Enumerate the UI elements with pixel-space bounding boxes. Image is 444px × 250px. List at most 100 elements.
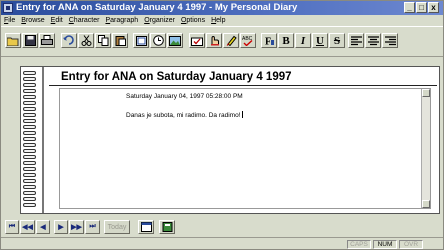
menu-character[interactable]: Character — [69, 17, 100, 24]
checkmark-table-icon — [191, 37, 203, 46]
align-right-button[interactable] — [382, 33, 398, 48]
abc-check-icon: ABC — [242, 36, 253, 46]
picture-icon — [169, 35, 181, 46]
spiral-ring — [23, 155, 36, 159]
copy-pages-icon — [97, 35, 108, 46]
spiral-ring — [23, 197, 36, 201]
menu-file[interactable]: File — [4, 17, 15, 24]
vertical-scrollbar[interactable] — [421, 89, 430, 208]
align-center-icon — [367, 35, 379, 45]
spiral-ring — [23, 71, 36, 75]
forward-many-button[interactable]: ▶▶ — [69, 220, 84, 234]
clipboard-icon — [115, 36, 126, 46]
menu-organizer[interactable]: Organizer — [144, 17, 175, 24]
italic-button[interactable]: I — [295, 33, 311, 48]
spiral-ring — [23, 173, 36, 177]
spiral-ring — [23, 143, 36, 147]
spiral-ring — [23, 191, 36, 195]
hand-button[interactable] — [206, 33, 222, 48]
clock-button[interactable] — [150, 33, 166, 48]
spell-check-button[interactable] — [189, 33, 205, 48]
bold-button[interactable]: B — [278, 33, 294, 48]
window-title: Entry for ANA on Saturday January 4 1997… — [16, 2, 298, 13]
underline-button[interactable]: U — [312, 33, 328, 48]
clock-icon — [152, 35, 164, 46]
close-button[interactable]: x — [428, 2, 439, 13]
spiral-ring — [23, 125, 36, 129]
diary-notebook: Entry for ANA on Saturday January 4 1997… — [20, 66, 440, 214]
scroll-down-button[interactable] — [422, 200, 430, 208]
spiral-ring — [23, 95, 36, 99]
entry-text-area[interactable]: Saturday January 04, 1997 05:28:00 PM Da… — [59, 88, 431, 209]
font-letter-icon: F — [265, 37, 274, 46]
spiral-ring — [23, 101, 36, 105]
align-center-button[interactable] — [365, 33, 381, 48]
maximize-button[interactable]: □ — [416, 2, 427, 13]
spiral-ring — [23, 107, 36, 111]
menu-help[interactable]: Help — [211, 17, 225, 24]
menu-browse[interactable]: Browse — [21, 17, 44, 24]
spiral-ring — [23, 203, 36, 207]
spiral-ring — [23, 161, 36, 165]
toolbar: ABC F B I U S — [1, 26, 443, 57]
undo-button[interactable] — [61, 33, 77, 48]
rectangle-frame-icon — [135, 35, 147, 46]
scroll-up-button[interactable] — [422, 89, 430, 97]
spiral-ring — [23, 77, 36, 81]
today-button[interactable]: Today — [104, 220, 130, 234]
spiral-binding — [23, 71, 37, 211]
previous-entry-button[interactable]: ◀ — [36, 220, 50, 234]
insert-box-button[interactable] — [133, 33, 149, 48]
printer-icon — [41, 35, 53, 45]
spiral-ring — [23, 185, 36, 189]
spelling-abc-button[interactable]: ABC — [240, 33, 256, 48]
first-entry-button[interactable]: ⏮ — [5, 220, 19, 234]
navigation-bar: ⏮ ◀◀ ◀ ▶ ▶▶ ⏭ Today — [1, 217, 443, 238]
window-controls: _ □ x — [404, 2, 439, 13]
back-many-button[interactable]: ◀◀ — [20, 220, 35, 234]
last-entry-button[interactable]: ⏭ — [85, 220, 100, 234]
copy-button[interactable] — [95, 33, 111, 48]
caps-lock-indicator: CAPS — [347, 240, 371, 249]
spiral-ring — [23, 89, 36, 93]
entry-timestamp: Saturday January 04, 1997 05:28:00 PM — [126, 93, 243, 100]
spiral-ring — [23, 137, 36, 141]
menu-paragraph[interactable]: Paragraph — [105, 17, 138, 24]
open-button[interactable] — [5, 33, 21, 48]
spiral-ring — [23, 83, 36, 87]
highlighter-button[interactable] — [223, 33, 239, 48]
minimize-button[interactable]: _ — [404, 2, 415, 13]
spiral-ring — [23, 113, 36, 117]
paste-button[interactable] — [112, 33, 128, 48]
menu-options[interactable]: Options — [181, 17, 205, 24]
status-bar: CAPS NUM OVR — [1, 237, 443, 250]
entry-body-text: Danas je subota, mi radimo. Da radimo! — [126, 112, 241, 119]
book-icon — [162, 222, 172, 232]
entry-body-line[interactable]: Danas je subota, mi radimo. Da radimo! — [126, 111, 243, 119]
align-left-button[interactable] — [348, 33, 364, 48]
align-right-icon — [384, 35, 396, 45]
calendar-view-button[interactable] — [138, 220, 154, 234]
next-entry-button[interactable]: ▶ — [54, 220, 68, 234]
title-bar[interactable]: Entry for ANA on Saturday January 4 1997… — [1, 1, 443, 15]
font-button[interactable]: F — [261, 33, 277, 48]
floppy-disk-icon — [24, 35, 36, 46]
print-button[interactable] — [39, 33, 55, 48]
num-lock-indicator: NUM — [373, 240, 397, 249]
save-button[interactable] — [22, 33, 38, 48]
strikethrough-button[interactable]: S — [329, 33, 345, 48]
pointing-hand-icon — [210, 35, 219, 46]
diary-app-icon[interactable] — [3, 3, 13, 13]
undo-arrow-icon — [63, 35, 74, 45]
page-divider — [42, 67, 44, 213]
heading-rule — [49, 85, 437, 86]
menu-bar: File Browse Edit Character Paragraph Org… — [1, 15, 443, 26]
align-left-icon — [350, 35, 362, 45]
diary-book-button[interactable] — [159, 220, 175, 234]
spiral-ring — [23, 179, 36, 183]
image-button[interactable] — [167, 33, 183, 48]
menu-edit[interactable]: Edit — [51, 17, 63, 24]
open-folder-icon — [7, 37, 19, 46]
overwrite-indicator: OVR — [399, 240, 423, 249]
cut-button[interactable] — [78, 33, 94, 48]
